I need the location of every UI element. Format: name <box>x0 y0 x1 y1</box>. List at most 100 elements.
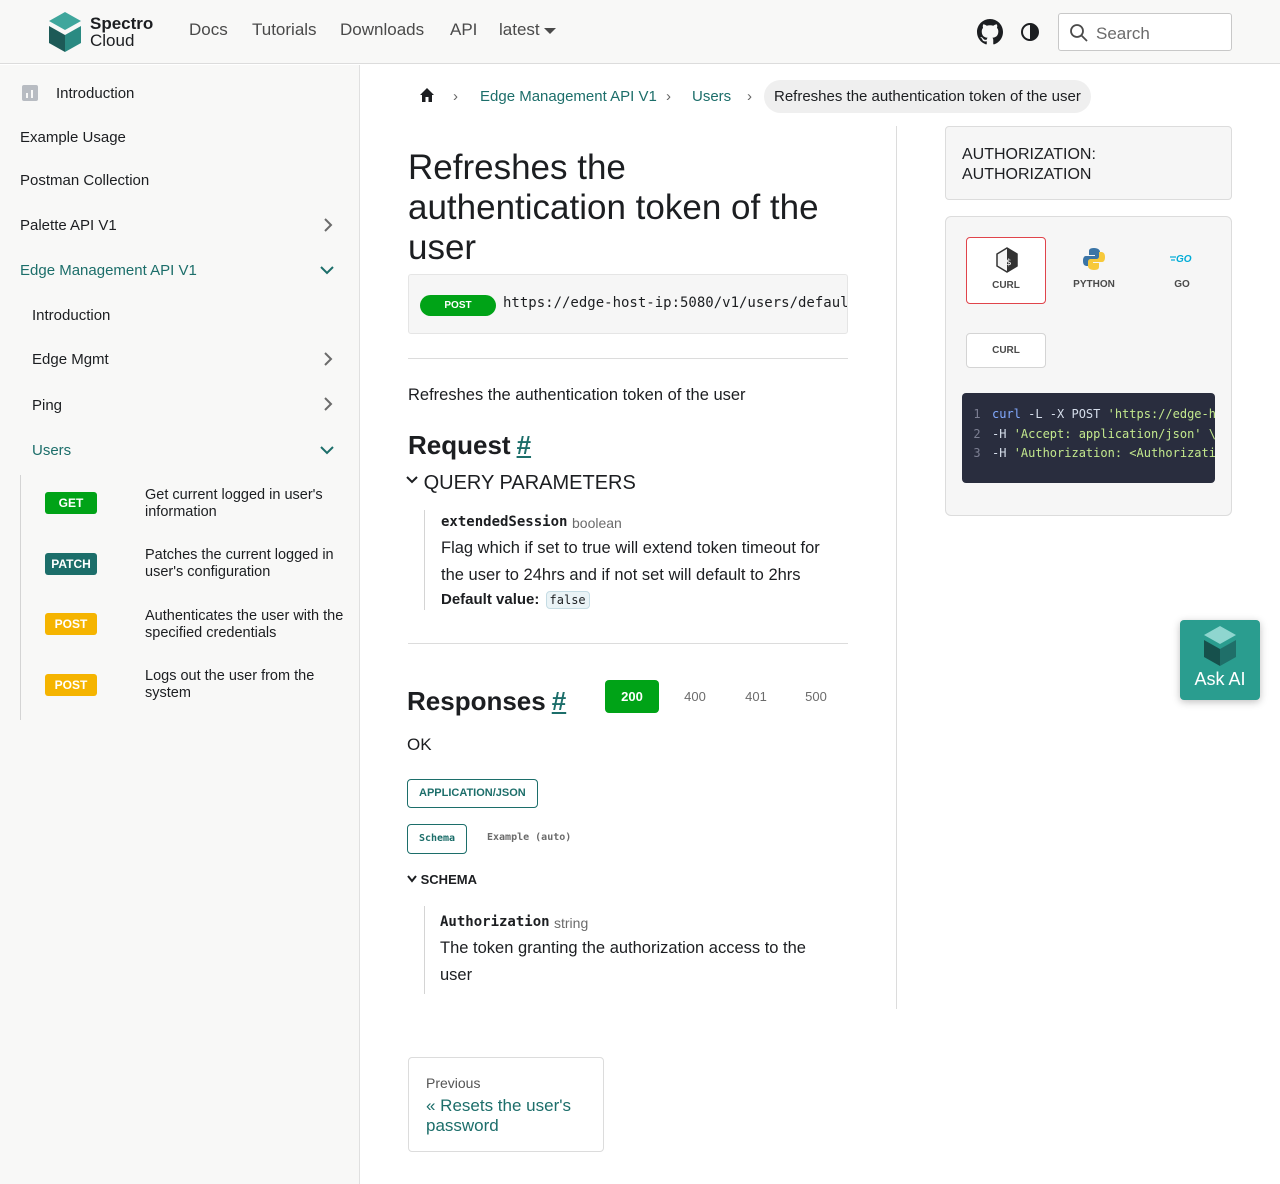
breadcrumb-separator: › <box>453 88 458 105</box>
nav-api[interactable]: API <box>450 20 477 40</box>
sidebar-item-example-usage[interactable]: Example Usage <box>20 129 126 146</box>
chevron-right-icon[interactable] <box>320 396 336 412</box>
sidebar-item-postman-collection[interactable]: Postman Collection <box>20 172 149 189</box>
schema-field-type: string <box>554 915 589 931</box>
pagination-link: « Resets the user's password <box>426 1096 571 1135</box>
chevron-down-icon <box>407 875 417 883</box>
sidebar-item-users[interactable]: Users <box>32 442 71 459</box>
param-default-value: false <box>545 591 590 609</box>
line-number: 2 <box>973 427 981 441</box>
go-gopher-icon: GO <box>1170 254 1192 265</box>
sidebar-item-edge-mgmt[interactable]: Edge Mgmt <box>32 351 109 368</box>
tab-lang-go[interactable]: GO GO <box>1142 237 1222 304</box>
tab-response-401[interactable]: 401 <box>729 680 783 713</box>
method-badge-post: POST <box>45 674 97 696</box>
responses-anchor-link[interactable]: # <box>552 686 566 716</box>
sidebar-endpoint-logout[interactable]: Logs out the user from the system <box>145 668 345 702</box>
api-doc-icon <box>22 85 38 101</box>
request-heading-text: Request <box>408 430 511 460</box>
param-default-label: Default value: <box>441 591 540 608</box>
schema-tree-line <box>424 906 425 994</box>
code-token: 'Authorization: <Authorization>' <box>1013 446 1215 460</box>
method-badge-post: POST <box>420 295 496 316</box>
nav-tutorials[interactable]: Tutorials <box>252 20 317 40</box>
page-title: Refreshes the authentication token of th… <box>408 148 819 267</box>
code-variant-tab[interactable]: CURL <box>966 333 1046 368</box>
schema-field-name: Authorization <box>440 914 550 930</box>
code-token: 'https://edge-host-ip:5080/v1/users/defa… <box>1107 407 1215 421</box>
schema-field-description: The token granting the authorization acc… <box>440 939 806 984</box>
tab-lang-curl[interactable]: $ CURL <box>966 237 1046 304</box>
query-parameters-toggle[interactable]: QUERY PARAMETERS <box>406 472 636 495</box>
code-line: 1 curl -L -X POST 'https://edge-host-ip:5… <box>962 407 1215 426</box>
chevron-down-icon[interactable] <box>319 442 335 458</box>
ask-ai-button[interactable]: Ask AI <box>1180 620 1260 700</box>
pagination-previous[interactable]: Previous « Resets the user's password <box>408 1057 604 1152</box>
sidebar-item-edge-introduction[interactable]: Introduction <box>32 307 110 324</box>
tab-schema[interactable]: Schema <box>407 824 467 854</box>
sidebar-endpoint-patch-user[interactable]: Patches the current logged in user's con… <box>145 547 345 581</box>
schema-heading: SCHEMA <box>420 872 477 887</box>
chevron-down-icon <box>543 27 556 34</box>
authorization-text: AUTHORIZATION: AUTHORIZATION <box>962 145 1096 185</box>
code-token: 'Accept: application/json' \ <box>1013 427 1215 441</box>
version-label: latest <box>499 20 540 39</box>
spectro-logo-icon <box>1204 626 1236 666</box>
param-name: extendedSession <box>441 514 568 530</box>
chevron-right-icon[interactable] <box>320 217 336 233</box>
chevron-down-icon[interactable] <box>319 262 335 278</box>
nav-downloads[interactable]: Downloads <box>340 20 424 40</box>
breadcrumb-separator: › <box>747 88 752 105</box>
mime-type-tab[interactable]: APPLICATION/JSON <box>407 779 538 808</box>
home-icon[interactable] <box>419 87 435 103</box>
sidebar-item-palette-api[interactable]: Palette API V1 <box>20 217 117 234</box>
authorization-label: AUTHORIZATION: <box>962 146 1096 163</box>
spectro-cloud-logo[interactable]: Spectro Cloud <box>47 12 157 54</box>
sidebar-item-introduction[interactable]: Introduction <box>56 85 134 102</box>
endpoint-description: Refreshes the authentication token of th… <box>408 386 746 404</box>
param-description: Flag which if set to true will extend to… <box>441 539 820 584</box>
breadcrumb-users[interactable]: Users <box>692 88 731 105</box>
schema-toggle[interactable]: SCHEMA <box>407 872 477 887</box>
lang-label: GO <box>1174 279 1190 290</box>
code-token: -H <box>992 446 1014 460</box>
theme-toggle-icon[interactable] <box>1019 21 1041 43</box>
breadcrumb-edge-management-api[interactable]: Edge Management API V1 <box>480 88 657 105</box>
endpoint-url: https://edge-host-ip:5080/v1/users/defau… <box>503 295 848 311</box>
authorization-value: AUTHORIZATION <box>962 166 1092 183</box>
sidebar-item-ping[interactable]: Ping <box>32 397 62 414</box>
github-icon[interactable] <box>977 19 1003 45</box>
sidebar-item-edge-management-api[interactable]: Edge Management API V1 <box>20 262 197 279</box>
lang-label: PYTHON <box>1073 279 1115 290</box>
search-input[interactable]: Search <box>1058 13 1232 51</box>
code-line: 2 -H 'Accept: application/json' \ <box>962 427 1215 446</box>
chevron-right-icon[interactable] <box>320 351 336 367</box>
tab-response-400[interactable]: 400 <box>668 680 722 713</box>
version-dropdown[interactable]: latest <box>499 20 556 40</box>
search-icon <box>1070 24 1088 42</box>
tab-lang-python[interactable]: PYTHON <box>1054 237 1134 304</box>
authorization-box: AUTHORIZATION: AUTHORIZATION <box>945 126 1232 200</box>
search-placeholder: Search <box>1096 24 1150 43</box>
tab-example[interactable]: Example (auto) <box>487 832 571 843</box>
param-type: boolean <box>572 515 622 531</box>
divider <box>408 643 848 644</box>
endpoint-url-box: POST https://edge-host-ip:5080/v1/users/… <box>408 274 848 334</box>
sidebar-tree-line <box>20 475 21 720</box>
param-tree-line <box>424 510 425 610</box>
tab-response-500[interactable]: 500 <box>789 680 843 713</box>
request-anchor-link[interactable]: # <box>517 430 531 460</box>
code-block[interactable]: 1 curl -L -X POST 'https://edge-host-ip:5… <box>962 393 1215 483</box>
column-divider <box>896 126 897 1009</box>
chevron-down-icon <box>406 476 418 484</box>
line-number: 1 <box>973 407 981 421</box>
sidebar-endpoint-get-user[interactable]: Get current logged in user's information <box>145 487 345 521</box>
param-default: Default value: false <box>441 591 590 609</box>
nav-docs[interactable]: Docs <box>189 20 228 40</box>
tab-response-200[interactable]: 200 <box>605 680 659 713</box>
code-token: curl <box>992 407 1021 421</box>
method-badge-patch: PATCH <box>45 553 97 575</box>
sidebar: Introduction Example Usage Postman Colle… <box>0 65 360 1184</box>
svg-text:GO: GO <box>1176 254 1192 265</box>
sidebar-endpoint-authenticate[interactable]: Authenticates the user with the specifie… <box>145 608 345 642</box>
